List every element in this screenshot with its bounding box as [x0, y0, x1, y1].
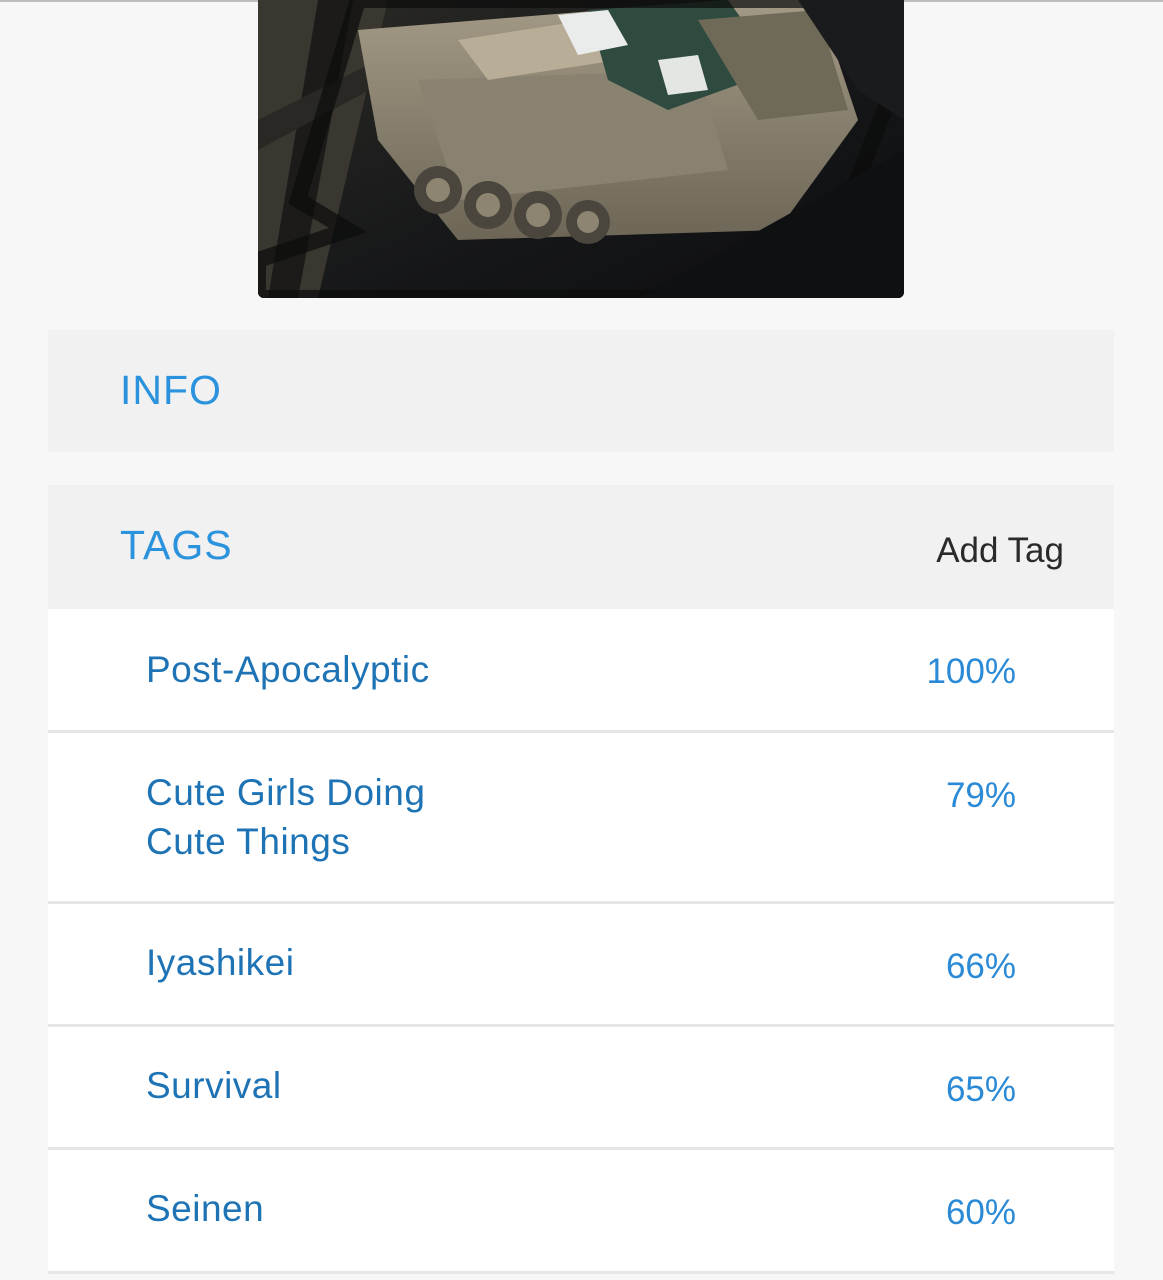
tag-percent: 100%	[926, 652, 1016, 691]
tags-title: TAGS	[120, 522, 233, 568]
cover-image[interactable]	[258, 0, 904, 298]
tag-row[interactable]: Cute Girls Doing Cute Things 79%	[48, 733, 1114, 904]
tag-name: Iyashikei	[146, 942, 295, 983]
tag-percent: 79%	[945, 776, 1016, 815]
tag-name: Survival	[146, 1065, 282, 1106]
tag-page: INFO TAGS Add Tag Post-Apocalyptic 100% …	[0, 0, 1163, 1280]
tag-percent: 60%	[945, 1193, 1016, 1232]
tag-row[interactable]: Survival 65%	[48, 1027, 1114, 1150]
tag-row[interactable]: Iyashikei 66%	[48, 904, 1114, 1027]
tag-percent: 66%	[945, 947, 1016, 986]
tags-section-header: TAGS Add Tag	[48, 485, 1114, 609]
add-tag-button[interactable]: Add Tag	[936, 531, 1064, 571]
tag-percent: 65%	[945, 1070, 1016, 1109]
tag-row[interactable]: Post-Apocalyptic 100%	[48, 609, 1114, 733]
info-section[interactable]: INFO	[48, 330, 1114, 452]
tag-name: Seinen	[146, 1188, 265, 1229]
tag-name: Cute Girls Doing Cute Things	[146, 772, 426, 862]
tag-name: Post-Apocalyptic	[146, 649, 430, 690]
info-title: INFO	[120, 367, 222, 413]
tag-row[interactable]: Seinen 60%	[48, 1150, 1114, 1274]
cover-illustration	[258, 0, 904, 298]
